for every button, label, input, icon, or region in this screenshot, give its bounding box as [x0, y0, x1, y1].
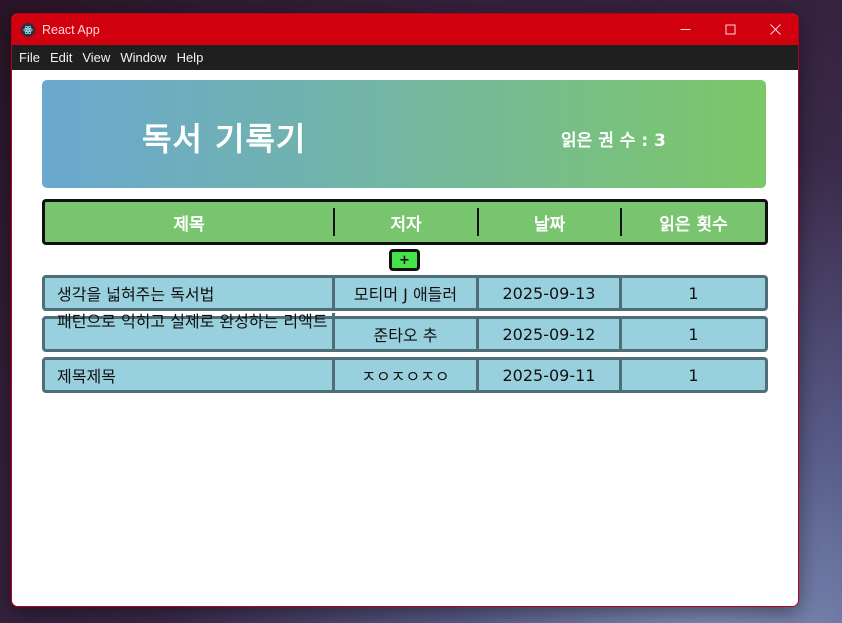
menu-file[interactable]: File	[14, 50, 45, 65]
column-header-read-count: 읽은 횟수	[659, 214, 728, 235]
column-header-title: 제목	[45, 208, 335, 236]
cell-read-count: 1	[688, 365, 699, 385]
cell-author: 모티머 J 애들러	[335, 278, 479, 308]
page-title: 독서 기록기	[142, 120, 307, 158]
cell-date: 2025-09-13	[479, 278, 622, 308]
menu-view[interactable]: View	[77, 50, 115, 65]
header-banner: 독서 기록기 읽은 권 수 : 3	[42, 80, 766, 188]
table-header-row: 제목 저자 날짜 읽은 횟수	[42, 199, 768, 245]
menu-edit[interactable]: Edit	[45, 50, 77, 65]
menu-help[interactable]: Help	[172, 50, 209, 65]
table-row[interactable]: 제목제목 ㅈㅇㅈㅇㅈㅇ 2025-09-11 1	[42, 357, 768, 393]
cell-read-count: 1	[688, 324, 699, 344]
cell-title: 패턴으로 익히고 실제로 완성하는 리액트	[45, 313, 335, 349]
menu-bar: File Edit View Window Help	[12, 45, 798, 70]
minimize-button[interactable]	[663, 14, 708, 45]
table-row[interactable]: 생각을 넓혀주는 독서법 모티머 J 애들러 2025-09-13 1	[42, 275, 768, 311]
read-count: 읽은 권 수 : 3	[561, 131, 666, 151]
column-header-author: 저자	[335, 208, 479, 236]
minimize-icon	[680, 29, 691, 30]
table-row[interactable]: 패턴으로 익히고 실제로 완성하는 리액트 준타오 추 2025-09-12 1	[42, 313, 768, 352]
electron-app-icon	[21, 22, 35, 37]
app-window: React App File Edit View Window Help 독서 …	[11, 13, 799, 607]
cell-date: 2025-09-11	[479, 360, 622, 390]
cell-author: ㅈㅇㅈㅇㅈㅇ	[335, 360, 479, 390]
cell-title: 제목제목	[45, 360, 335, 390]
cell-date: 2025-09-12	[479, 319, 622, 349]
title-bar[interactable]: React App	[12, 14, 798, 45]
add-book-button[interactable]: +	[389, 249, 420, 271]
cell-read-count: 1	[688, 283, 699, 303]
close-button[interactable]	[753, 14, 798, 45]
maximize-button[interactable]	[708, 14, 753, 45]
column-header-date: 날짜	[479, 208, 622, 236]
window-title: React App	[42, 22, 100, 37]
window-controls	[663, 14, 798, 45]
cell-title: 생각을 넓혀주는 독서법	[45, 278, 335, 308]
app-content: 독서 기록기 읽은 권 수 : 3 제목 저자 날짜 읽은 횟수 + 생각을 넓…	[12, 70, 798, 606]
menu-window[interactable]: Window	[115, 50, 171, 65]
close-icon	[770, 24, 781, 35]
maximize-icon	[725, 24, 736, 35]
cell-author: 준타오 추	[335, 319, 479, 349]
